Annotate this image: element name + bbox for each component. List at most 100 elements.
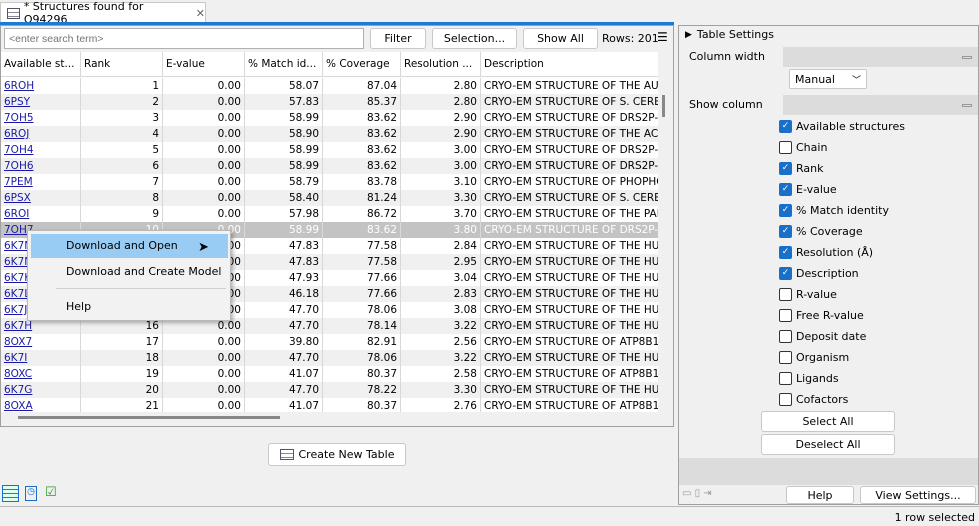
table-row[interactable]: 8OX7 17 0.00 39.80 82.91 2.56 CRYO-EM STRUCTUR… — [1, 334, 658, 350]
collapse-panel-icon[interactable]: ▶ — [685, 30, 692, 40]
table-cell: CRYO-EM STRUCTURE OF ATP8B1- — [484, 400, 658, 412]
view-settings-button[interactable]: View Settings... — [860, 486, 976, 504]
table-cell: 83.78 — [323, 174, 401, 190]
structure-link[interactable]: 6ROH — [1, 78, 81, 94]
checkbox-unchecked-icon[interactable] — [779, 351, 792, 364]
table-row[interactable]: 6PSY 2 0.00 57.83 85.37 2.80 CRYO-EM STRUCTURE… — [1, 94, 658, 110]
structure-link[interactable]: 6K7G — [1, 382, 81, 398]
column-checkbox[interactable]: ✓ Available structures — [779, 120, 905, 133]
table-row[interactable]: 6K7I 18 0.00 47.70 78.06 3.22 CRYO-EM STRUCTUR… — [1, 350, 658, 366]
structure-link[interactable]: 6ROJ — [1, 126, 81, 142]
structure-link[interactable]: 6ROI — [1, 206, 81, 222]
column-checkbox[interactable]: ✓ Resolution (Å) — [779, 246, 873, 259]
table-cell: 18 — [81, 350, 163, 366]
table-view-icon[interactable] — [2, 485, 19, 502]
table-row[interactable]: 8OXC 19 0.00 41.07 80.37 2.58 CRYO-EM STRUCTUR… — [1, 366, 658, 382]
table-row[interactable]: 6PSX 8 0.00 58.40 81.24 3.30 CRYO-EM STRUCTURE… — [1, 190, 658, 206]
structure-link[interactable]: 6PSY — [1, 94, 81, 110]
table-cell: 0.00 — [163, 190, 245, 206]
table-row[interactable]: 6ROI 9 0.00 57.98 86.72 3.70 CRYO-EM STRUCTURE… — [1, 206, 658, 222]
column-checkbox[interactable]: Free R-value — [779, 309, 864, 322]
table-cell: 87.04 — [323, 78, 401, 94]
menu-item-help[interactable]: Help — [31, 295, 228, 319]
deselect-all-button[interactable]: Deselect All — [761, 434, 895, 455]
structure-link[interactable]: 7OH6 — [1, 158, 81, 174]
table-cell: 8 — [81, 190, 163, 206]
checkbox-checked-icon[interactable]: ✓ — [779, 162, 792, 175]
validation-view-icon[interactable]: ☑ — [45, 485, 57, 500]
structure-link[interactable]: 7OH4 — [1, 142, 81, 158]
show-column-section-header[interactable]: Show column — [679, 95, 978, 115]
structure-link[interactable]: 8OXC — [1, 366, 81, 382]
select-all-button[interactable]: Select All — [761, 411, 895, 432]
filter-button[interactable]: Filter — [370, 28, 426, 49]
checkbox-unchecked-icon[interactable] — [779, 372, 792, 385]
column-checkbox[interactable]: ✓ Description — [779, 267, 859, 280]
table-cell: 2.84 — [401, 238, 481, 254]
column-header[interactable]: Resolution ... — [401, 52, 481, 77]
table-row[interactable]: 6ROH 1 0.00 58.07 87.04 2.80 CRYO-EM STRUCTURE… — [1, 78, 658, 94]
table-row[interactable]: 7OH6 6 0.00 58.99 83.62 3.00 CRYO-EM STRUCTURE… — [1, 158, 658, 174]
column-checkbox[interactable]: R-value — [779, 288, 837, 301]
column-header[interactable]: % Coverage — [323, 52, 401, 77]
panel-tools-icons[interactable]: ▭ ▯ ⇥ — [682, 488, 712, 499]
checkbox-checked-icon[interactable]: ✓ — [779, 246, 792, 259]
column-checkbox[interactable]: ✓ % Match identity — [779, 204, 889, 217]
structure-link[interactable]: 7OH5 — [1, 110, 81, 126]
table-row[interactable]: 7OH4 5 0.00 58.99 83.62 3.00 CRYO-EM STRUCTURE… — [1, 142, 658, 158]
create-new-table-button[interactable]: Create New Table — [268, 443, 406, 466]
horizontal-scrollbar[interactable] — [18, 416, 280, 419]
column-checkbox[interactable]: Cofactors — [779, 393, 848, 406]
column-header[interactable]: E-value — [163, 52, 245, 77]
table-row[interactable]: 6ROJ 4 0.00 58.90 83.62 2.90 CRYO-EM STRUCTURE… — [1, 126, 658, 142]
checkbox-checked-icon[interactable]: ✓ — [779, 204, 792, 217]
show-all-button[interactable]: Show All — [523, 28, 598, 49]
table-cell: CRYO-EM STRUCTURE OF THE HUN — [484, 288, 658, 300]
table-row[interactable]: 8OXA 21 0.00 41.07 80.37 2.76 CRYO-EM STRUCTUR… — [1, 398, 658, 412]
checkbox-unchecked-icon[interactable] — [779, 141, 792, 154]
column-header[interactable]: % Match id... — [245, 52, 323, 77]
column-checkbox[interactable]: Organism — [779, 351, 849, 364]
structure-link[interactable]: 6K7I — [1, 350, 81, 366]
table-row[interactable]: 7OH5 3 0.00 58.99 83.62 2.90 CRYO-EM STRUCTURE… — [1, 110, 658, 126]
menu-item-download-create-model[interactable]: Download and Create Model — [31, 260, 228, 284]
column-checkbox[interactable]: ✓ Rank — [779, 162, 823, 175]
column-header[interactable]: Available st... — [1, 52, 81, 77]
column-checkbox[interactable]: ✓ E-value — [779, 183, 837, 196]
search-input[interactable] — [4, 28, 364, 49]
column-width-label: Column width — [679, 47, 783, 67]
structure-link[interactable]: 8OXA — [1, 398, 81, 412]
checkbox-unchecked-icon[interactable] — [779, 330, 792, 343]
close-icon[interactable]: ✕ — [196, 7, 205, 20]
structure-link[interactable]: 6PSX — [1, 190, 81, 206]
checkbox-checked-icon[interactable]: ✓ — [779, 267, 792, 280]
help-button[interactable]: Help — [786, 486, 854, 504]
checkbox-checked-icon[interactable]: ✓ — [779, 120, 792, 133]
checkbox-checked-icon[interactable]: ✓ — [779, 183, 792, 196]
table-row[interactable]: 6K7G 20 0.00 47.70 78.22 3.30 CRYO-EM STRUCTUR… — [1, 382, 658, 398]
checkbox-unchecked-icon[interactable] — [779, 288, 792, 301]
checkbox-checked-icon[interactable]: ✓ — [779, 225, 792, 238]
column-checkbox[interactable]: Ligands — [779, 372, 839, 385]
checkbox-label: Deposit date — [796, 330, 867, 343]
column-checkbox[interactable]: Deposit date — [779, 330, 866, 343]
checkbox-unchecked-icon[interactable] — [779, 309, 792, 322]
column-width-select[interactable]: Manual ﹀ — [789, 69, 867, 89]
vertical-scrollbar[interactable] — [662, 95, 665, 117]
selection-button[interactable]: Selection... — [432, 28, 517, 49]
column-header[interactable]: Description — [481, 52, 658, 77]
structure-link[interactable]: 8OX7 — [1, 334, 81, 350]
table-row[interactable]: 7PEM 7 0.00 58.79 83.78 3.10 CRYO-EM STRUCTURE… — [1, 174, 658, 190]
column-width-section-header[interactable]: Column width — [679, 47, 978, 67]
checkbox-unchecked-icon[interactable] — [779, 393, 792, 406]
table-cell: 39.80 — [245, 334, 323, 350]
column-header[interactable]: Rank — [81, 52, 163, 77]
table-cell: CRYO-EM STRUCTURE OF THE AUT — [484, 80, 658, 92]
structure-link[interactable]: 7PEM — [1, 174, 81, 190]
tab-structures[interactable]: * Structures found for O94296 ✕ — [0, 0, 206, 26]
history-view-icon[interactable]: ◷ — [25, 486, 37, 501]
column-checkbox[interactable]: Chain — [779, 141, 827, 154]
table-cell: 4 — [81, 126, 163, 142]
column-menu-icon[interactable]: ☰ — [657, 30, 668, 44]
column-checkbox[interactable]: ✓ % Coverage — [779, 225, 863, 238]
